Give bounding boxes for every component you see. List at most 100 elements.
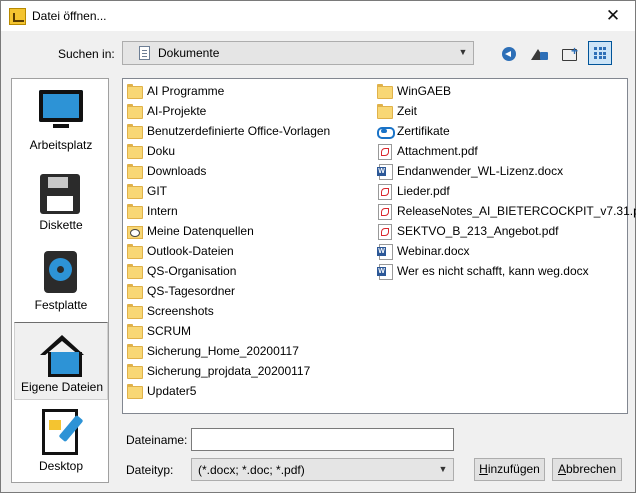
list-item[interactable]: ReleaseNotes_AI_BIETERCOCKPIT_v7.31.pdf [375,201,636,221]
new-folder-icon[interactable] [559,43,581,65]
folder-icon [127,284,143,299]
close-button[interactable]: ✕ [601,5,625,27]
list-item[interactable]: Meine Datenquellen [125,221,330,241]
cancel-button[interactable]: Abbrechen [552,458,622,481]
file-list[interactable]: AI Programme AI-Projekte Benutzerdefinie… [122,78,636,414]
file-name: Webinar.docx [397,244,470,258]
window-title: Datei öffnen... [32,9,107,23]
place-diskette[interactable]: Diskette [14,161,108,239]
file-name: Attachment.pdf [397,144,478,158]
list-item[interactable]: WinGAEB [375,81,636,101]
place-eigene-dateien[interactable]: Eigene Dateien [14,322,108,400]
list-item[interactable]: Endanwender_WL-Lizenz.docx [375,161,636,181]
list-item[interactable]: AI-Projekte [125,101,330,121]
hard-drive-icon [44,251,77,293]
list-item[interactable]: SEKTVO_B_213_Angebot.pdf [375,221,636,241]
list-item[interactable]: Wer es nicht schafft, kann weg.docx [375,261,636,281]
folder-icon [127,304,143,319]
place-desktop[interactable]: Desktop [14,402,108,480]
list-item[interactable]: SCRUM [125,321,330,341]
list-item[interactable]: Benutzerdefinierte Office-Vorlagen [125,121,330,141]
place-label: Diskette [39,218,83,232]
place-label: Arbeitsplatz [29,138,93,152]
back-icon[interactable] [498,43,520,65]
file-name: QS-Organisation [147,264,237,278]
file-name: Zertifikate [397,124,450,138]
filetype-dropdown[interactable]: (*.docx; *.doc; *.pdf) ▼ [191,458,454,481]
file-column-1: AI Programme AI-Projekte Benutzerdefinie… [125,81,330,401]
folder-icon [377,84,393,99]
lookin-label: Suchen in: [58,47,115,61]
pdf-file-icon [377,224,392,240]
list-item[interactable]: Updater5 [125,381,330,401]
filename-input[interactable] [191,428,454,451]
filetype-label: Dateityp: [126,463,174,477]
list-item[interactable]: QS-Organisation [125,261,330,281]
file-name: Updater5 [147,384,197,398]
list-item[interactable]: Attachment.pdf [375,141,636,161]
file-name: SCRUM [147,324,191,338]
folder-icon [127,164,143,179]
file-name: Meine Datenquellen [147,224,254,238]
filename-label: Dateiname: [126,433,188,447]
add-label: inzufügen [487,462,540,476]
folder-icon [127,144,143,159]
cloud-folder-icon [377,124,395,139]
folder-icon [127,384,143,399]
folder-icon [127,324,143,339]
file-name: AI-Projekte [147,104,207,118]
documents-icon [139,46,150,60]
app-icon [9,8,26,25]
file-name: Sicherung_projdata_20200117 [147,364,311,378]
list-item[interactable]: Intern [125,201,330,221]
folder-icon [127,184,143,199]
home-icon [40,335,84,377]
file-name: Screenshots [147,304,214,318]
folder-icon [377,104,393,119]
file-name: Outlook-Dateien [147,244,234,258]
pdf-file-icon [377,144,392,160]
chevron-down-icon: ▼ [458,47,468,57]
file-name: SEKTVO_B_213_Angebot.pdf [397,224,559,238]
add-button[interactable]: Hinzufügen [474,458,545,481]
place-label: Festplatte [34,298,88,312]
list-item[interactable]: Doku [125,141,330,161]
list-item[interactable]: Outlook-Dateien [125,241,330,261]
filetype-value: (*.docx; *.doc; *.pdf) [198,463,305,477]
file-name: Endanwender_WL-Lizenz.docx [397,164,564,178]
lookin-value: Dokumente [158,46,220,60]
list-item[interactable]: Zertifikate [375,121,636,141]
list-item[interactable]: QS-Tagesordner [125,281,330,301]
place-arbeitsplatz[interactable]: Arbeitsplatz [14,81,108,159]
list-item[interactable]: Screenshots [125,301,330,321]
list-item[interactable]: Downloads [125,161,330,181]
folder-icon [127,104,143,119]
lookin-dropdown[interactable]: Dokumente ▼ [122,41,474,65]
desktop-icon [42,409,78,455]
floppy-icon [40,174,80,214]
list-item[interactable]: Sicherung_projdata_20200117 [125,361,330,381]
file-name: QS-Tagesordner [147,284,236,298]
data-sources-folder-icon [127,224,143,239]
file-name: Lieder.pdf [397,184,450,198]
file-name: Intern [147,204,178,218]
file-name: AI Programme [147,84,225,98]
folder-icon [127,364,143,379]
list-item[interactable]: Zeit [375,101,636,121]
up-folder-icon[interactable] [528,43,550,65]
word-file-icon [377,264,393,280]
pdf-file-icon [377,184,392,200]
list-item[interactable]: AI Programme [125,81,330,101]
list-item[interactable]: Webinar.docx [375,241,636,261]
place-festplatte[interactable]: Festplatte [14,241,108,319]
place-label: Eigene Dateien [20,380,104,394]
cancel-hotkey: A [557,462,566,476]
list-item[interactable]: Sicherung_Home_20200117 [125,341,330,361]
view-menu-icon[interactable] [588,41,612,65]
word-file-icon [377,244,393,260]
folder-icon [127,264,143,279]
list-item[interactable]: Lieder.pdf [375,181,636,201]
open-file-dialog: Datei öffnen... ✕ Suchen in: Dokumente ▼… [0,0,636,493]
file-name: Zeit [397,104,418,118]
list-item[interactable]: GIT [125,181,330,201]
